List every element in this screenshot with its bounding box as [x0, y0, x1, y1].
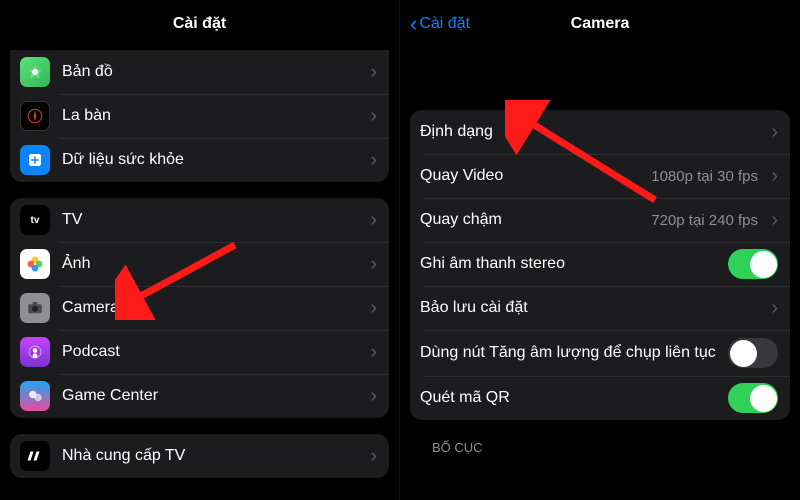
- row-preserve[interactable]: Bảo lưu cài đặt ›: [410, 286, 790, 330]
- row-value: 1080p tại 30 fps: [651, 168, 758, 185]
- row-tvprovider[interactable]: Nhà cung cấp TV ›: [10, 434, 389, 478]
- right-scroll[interactable]: Định dạng › Quay Video 1080p tại 30 fps …: [400, 48, 800, 465]
- row-stereo[interactable]: Ghi âm thanh stereo: [410, 242, 790, 286]
- left-scroll[interactable]: Bản đồ › La bàn › Dữ liệu sức khỏe ›: [0, 50, 399, 488]
- row-label: Quay chậm: [420, 211, 651, 229]
- chevron-right-icon: ›: [363, 149, 377, 172]
- podcast-icon: [20, 337, 50, 367]
- row-value: 720p tại 240 fps: [651, 212, 758, 229]
- chevron-right-icon: ›: [764, 297, 778, 320]
- camera-icon: [20, 293, 50, 323]
- tv-icon: tv: [20, 205, 50, 235]
- toggle-volume-burst[interactable]: [728, 338, 778, 368]
- gamecenter-icon: [20, 381, 50, 411]
- row-label: Ghi âm thanh stereo: [420, 255, 728, 273]
- row-compass[interactable]: La bàn ›: [10, 94, 389, 138]
- chevron-right-icon: ›: [363, 105, 377, 128]
- chevron-right-icon: ›: [363, 61, 377, 84]
- chevron-right-icon: ›: [363, 445, 377, 468]
- back-label: Cài đặt: [419, 15, 470, 33]
- row-maps[interactable]: Bản đồ ›: [10, 50, 389, 94]
- chevron-right-icon: ›: [363, 253, 377, 276]
- toggle-stereo[interactable]: [728, 249, 778, 279]
- settings-list-panel: Cài đặt Bản đồ › La bàn ›: [0, 0, 400, 500]
- row-label: Quay Video: [420, 167, 651, 185]
- health-icon: [20, 145, 50, 175]
- settings-group-2: tv TV › Ảnh ›: [10, 198, 389, 418]
- row-label: Bản đồ: [62, 63, 363, 81]
- tvprovider-icon: [20, 441, 50, 471]
- chevron-right-icon: ›: [764, 209, 778, 232]
- row-gamecenter[interactable]: Game Center ›: [10, 374, 389, 418]
- row-volume-burst[interactable]: Dùng nút Tăng âm lượng để chụp liên tục: [410, 330, 790, 376]
- row-format[interactable]: Định dạng ›: [410, 110, 790, 154]
- chevron-right-icon: ›: [363, 297, 377, 320]
- row-record-video[interactable]: Quay Video 1080p tại 30 fps ›: [410, 154, 790, 198]
- row-label: Quét mã QR: [420, 389, 728, 407]
- chevron-right-icon: ›: [363, 209, 377, 232]
- settings-group-3: Nhà cung cấp TV ›: [10, 434, 389, 478]
- back-button[interactable]: ‹ Cài đặt: [410, 11, 470, 37]
- toggle-scan-qr[interactable]: [728, 383, 778, 413]
- row-label: Dữ liệu sức khỏe: [62, 151, 363, 169]
- chevron-right-icon: ›: [764, 165, 778, 188]
- row-health[interactable]: Dữ liệu sức khỏe ›: [10, 138, 389, 182]
- row-camera[interactable]: Camera ›: [10, 286, 389, 330]
- row-label: Game Center: [62, 387, 363, 405]
- settings-group-1: Bản đồ › La bàn › Dữ liệu sức khỏe ›: [10, 50, 389, 182]
- compass-icon: [20, 101, 50, 131]
- right-header: ‹ Cài đặt Camera: [400, 0, 800, 48]
- row-label: Định dạng: [420, 123, 764, 141]
- row-label: La bàn: [62, 107, 363, 125]
- maps-icon: [20, 57, 50, 87]
- camera-group: Định dạng › Quay Video 1080p tại 30 fps …: [410, 110, 790, 420]
- row-photos[interactable]: Ảnh ›: [10, 242, 389, 286]
- row-slomo[interactable]: Quay chậm 720p tại 240 fps ›: [410, 198, 790, 242]
- row-podcast[interactable]: Podcast ›: [10, 330, 389, 374]
- chevron-right-icon: ›: [363, 341, 377, 364]
- row-label: Dùng nút Tăng âm lượng để chụp liên tục: [420, 343, 728, 363]
- row-label: Bảo lưu cài đặt: [420, 299, 764, 317]
- left-header: Cài đặt: [0, 0, 399, 48]
- row-label: Ảnh: [62, 255, 363, 273]
- chevron-right-icon: ›: [363, 385, 377, 408]
- section-label-layout: BỐ CỤC: [432, 440, 790, 455]
- row-label: Camera: [62, 299, 363, 317]
- row-scan-qr[interactable]: Quét mã QR: [410, 376, 790, 420]
- row-label: Podcast: [62, 343, 363, 361]
- row-label: TV: [62, 211, 363, 229]
- photos-icon: [20, 249, 50, 279]
- left-title: Cài đặt: [0, 15, 399, 33]
- camera-settings-panel: ‹ Cài đặt Camera Định dạng › Quay Video …: [400, 0, 800, 500]
- row-label: Nhà cung cấp TV: [62, 447, 363, 465]
- chevron-left-icon: ‹: [410, 11, 417, 37]
- row-tv[interactable]: tv TV ›: [10, 198, 389, 242]
- chevron-right-icon: ›: [764, 121, 778, 144]
